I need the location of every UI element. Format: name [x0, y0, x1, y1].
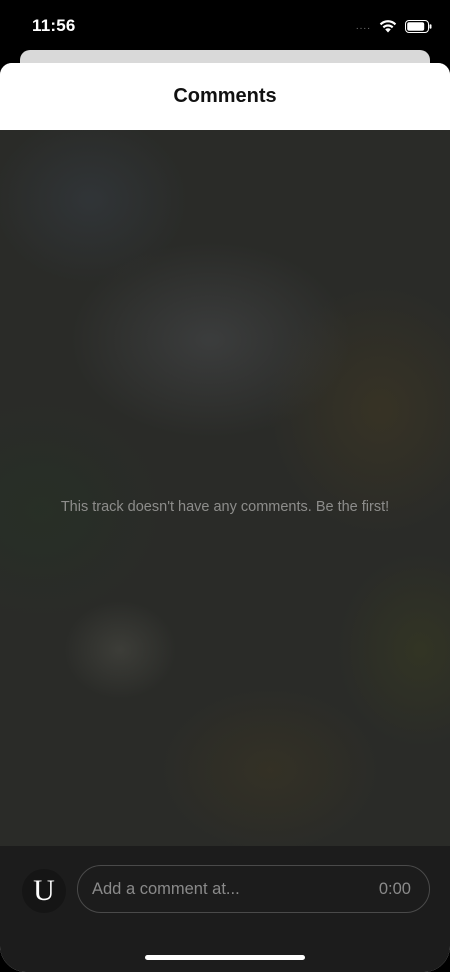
comment-timestamp[interactable]: 0:00 — [379, 880, 411, 899]
phone-screen: 11:56 .... Comments This track doesn't h… — [0, 0, 450, 972]
comments-sheet: Comments This track doesn't have any com… — [0, 63, 450, 972]
home-indicator[interactable] — [145, 955, 305, 960]
comment-field[interactable]: 0:00 — [77, 865, 430, 913]
battery-icon — [405, 19, 432, 33]
sheet-title: Comments — [173, 85, 277, 107]
wifi-icon — [379, 19, 397, 33]
signal-icon: .... — [355, 20, 371, 32]
avatar[interactable]: U — [22, 869, 66, 913]
comment-composer: U 0:00 — [0, 846, 450, 972]
comments-list[interactable]: This track doesn't have any comments. Be… — [0, 130, 450, 846]
status-time: 11:56 — [32, 16, 76, 35]
status-indicators: .... — [356, 19, 432, 33]
status-bar: 11:56 .... — [0, 0, 450, 52]
empty-state-message: This track doesn't have any comments. Be… — [60, 499, 390, 515]
comment-input[interactable] — [92, 879, 332, 899]
sheet-header[interactable]: Comments — [0, 63, 450, 130]
